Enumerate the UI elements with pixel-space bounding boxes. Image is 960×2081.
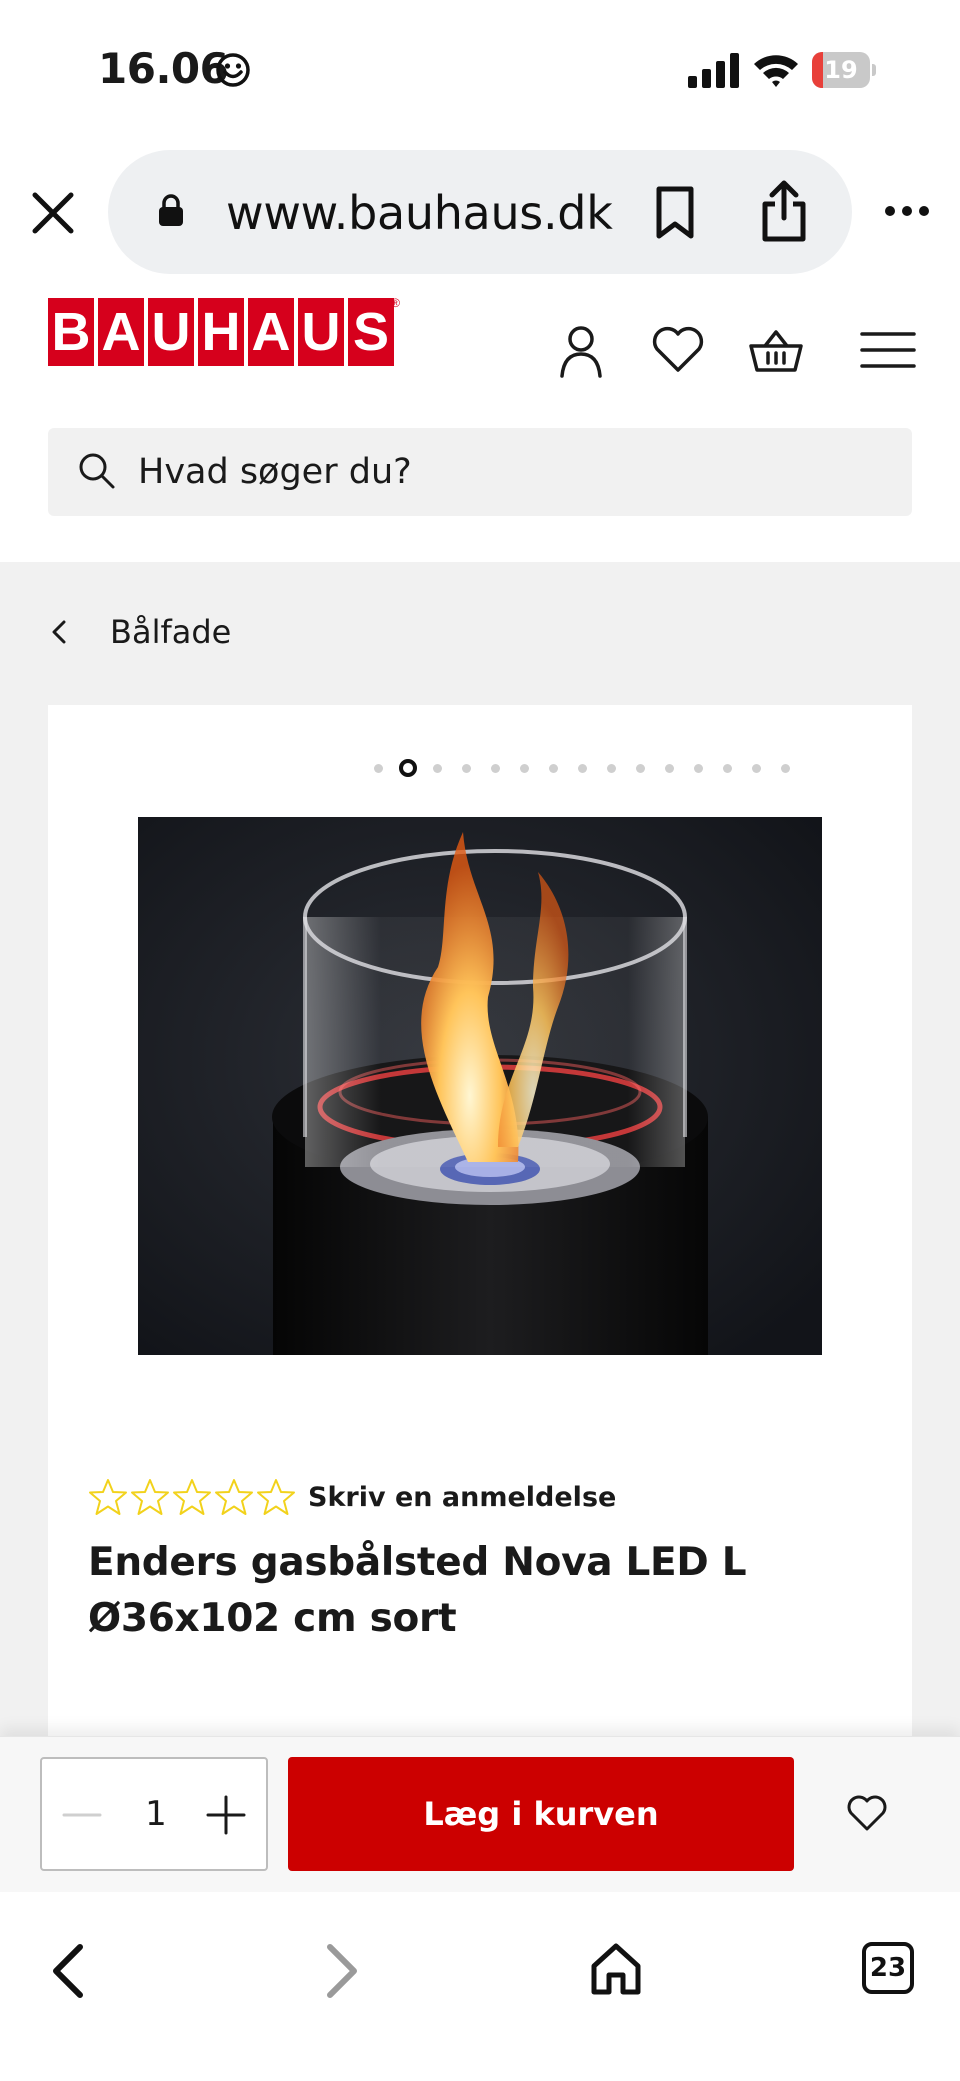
bookmark-icon[interactable]: [653, 186, 697, 240]
write-review-link[interactable]: Skriv en anmeldelse: [308, 1482, 616, 1513]
gallery-dot[interactable]: [578, 763, 587, 773]
registered-mark-icon: ®: [391, 296, 400, 310]
star-icon: [173, 1479, 211, 1515]
gallery-dot[interactable]: [433, 763, 442, 773]
share-icon[interactable]: [760, 180, 808, 242]
cellular-signal-icon: [688, 53, 739, 88]
browser-toolbar: 23: [0, 1892, 960, 2081]
logo-letter: A: [248, 298, 294, 366]
wishlist-heart-icon[interactable]: [846, 1793, 888, 1833]
search-icon: [79, 453, 115, 489]
star-icon: [131, 1479, 169, 1515]
wifi-icon: [754, 55, 798, 87]
tabs-icon[interactable]: 23: [862, 1942, 914, 1994]
address-bar[interactable]: www.bauhaus.dk: [108, 150, 852, 274]
hamburger-menu-icon[interactable]: [858, 322, 918, 378]
gallery-pagination[interactable]: [364, 759, 800, 777]
bauhaus-logo[interactable]: B A U H A U S ®: [48, 296, 400, 366]
home-icon[interactable]: [590, 1942, 642, 1996]
search-input[interactable]: [138, 428, 878, 516]
gallery-dot[interactable]: [491, 763, 500, 773]
chevron-left-icon: [52, 620, 66, 644]
close-icon[interactable]: [30, 190, 76, 236]
star-icon: [215, 1479, 253, 1515]
gallery-dot[interactable]: [752, 763, 761, 773]
rating-row: Skriv en anmeldelse: [88, 1477, 616, 1517]
account-icon[interactable]: [553, 322, 609, 378]
wishlist-heart-icon[interactable]: [650, 322, 706, 378]
battery-level: 19: [824, 56, 858, 84]
gallery-dot[interactable]: [723, 763, 732, 773]
logo-letter: U: [298, 298, 344, 366]
gallery-dot[interactable]: [374, 763, 383, 773]
minus-icon[interactable]: [60, 1795, 104, 1835]
status-time: 16.06: [98, 44, 229, 93]
quantity-stepper: 1: [40, 1757, 268, 1871]
logo-letter: H: [198, 298, 244, 366]
star-icon: [257, 1479, 295, 1515]
plus-icon[interactable]: [204, 1795, 248, 1835]
gallery-dot[interactable]: [636, 763, 645, 773]
breadcrumb-label[interactable]: Bålfade: [110, 613, 231, 651]
status-bar: 16.06 19: [0, 0, 960, 140]
fire-pit-illustration: [138, 817, 822, 1355]
more-icon[interactable]: [884, 204, 930, 218]
gallery-dot[interactable]: [665, 763, 674, 773]
logo-letter: B: [48, 298, 94, 366]
breadcrumb[interactable]: Bålfade: [48, 608, 231, 656]
product-title: Enders gasbålsted Nova LED L Ø36x102 cm …: [88, 1540, 747, 1641]
gallery-dot[interactable]: [549, 763, 558, 773]
gallery-dot[interactable]: [694, 763, 703, 773]
content-area: Bålfade Skriv en anmeldelse Enders gasbå…: [0, 562, 960, 1765]
smiley-icon: [216, 53, 250, 87]
quantity-value[interactable]: 1: [126, 1759, 186, 1869]
add-to-cart-bar: 1 Læg i kurven: [0, 1736, 960, 1892]
add-to-cart-button[interactable]: Læg i kurven: [288, 1757, 794, 1871]
star-icon: [89, 1479, 127, 1515]
product-card: Skriv en anmeldelse Enders gasbålsted No…: [48, 705, 912, 1765]
basket-icon[interactable]: [748, 322, 804, 378]
logo-letter: A: [98, 298, 144, 366]
lock-icon: [159, 194, 183, 226]
gallery-dot[interactable]: [462, 763, 471, 773]
gallery-dot[interactable]: [520, 763, 529, 773]
logo-letter: S: [348, 298, 394, 366]
search-box[interactable]: [48, 428, 912, 516]
gallery-dot[interactable]: [399, 759, 417, 777]
gallery-dot[interactable]: [781, 763, 790, 773]
forward-arrow-icon[interactable]: [322, 1942, 362, 2000]
battery-icon: 19: [812, 52, 876, 88]
url-text[interactable]: www.bauhaus.dk: [226, 186, 613, 240]
rating-stars: [88, 1477, 296, 1517]
gallery-dot[interactable]: [607, 763, 616, 773]
product-image[interactable]: [138, 817, 822, 1355]
back-arrow-icon[interactable]: [48, 1942, 88, 2000]
logo-letter: U: [148, 298, 194, 366]
